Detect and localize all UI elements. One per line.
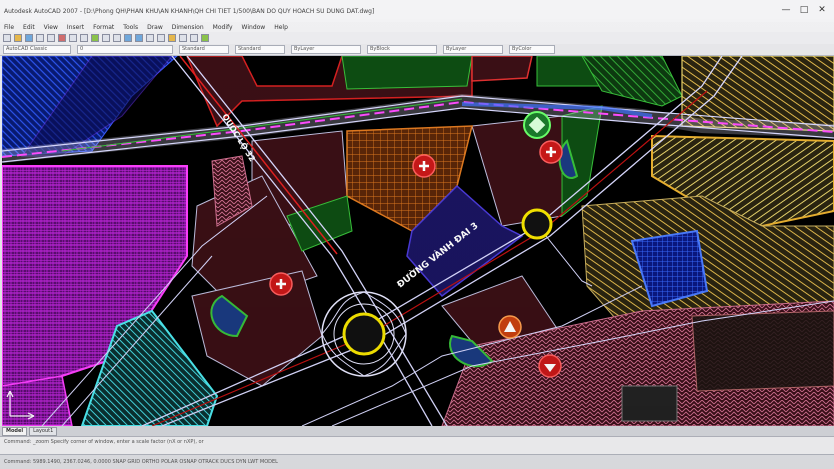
zoom-window-icon[interactable] (146, 34, 154, 42)
design-center-icon[interactable] (179, 34, 187, 42)
copy-icon[interactable] (69, 34, 77, 42)
pan-icon[interactable] (124, 34, 132, 42)
status-coordinates: Command: 5989.1490, 2367.0246, 0.0000 SN… (4, 459, 278, 465)
cut-icon[interactable] (58, 34, 66, 42)
undo-icon[interactable] (102, 34, 110, 42)
properties-icon[interactable] (168, 34, 176, 42)
window-controls: — □ ✕ (780, 4, 828, 16)
zoom-previous-icon[interactable] (157, 34, 165, 42)
color-dropdown[interactable]: ByLayer (291, 45, 361, 54)
layout-tabs: Model Layout1 (0, 426, 834, 436)
paste-icon[interactable] (80, 34, 88, 42)
tab-layout1[interactable]: Layout1 (29, 426, 58, 436)
window-title: Autodesk AutoCAD 2007 - [D:\Phong QH\PHA… (4, 7, 375, 15)
status-bar: Command: 5989.1490, 2367.0246, 0.0000 SN… (0, 454, 834, 469)
menu-modify[interactable]: Modify (213, 24, 233, 31)
menu-dimension[interactable]: Dimension (172, 24, 204, 31)
linetype-dropdown[interactable]: ByBlock (367, 45, 437, 54)
standard-toolbar (0, 32, 834, 44)
monitor-frame: Autodesk AutoCAD 2007 - [D:\Phong QH\PHA… (0, 0, 834, 469)
layer-dropdown[interactable]: 0 (77, 45, 173, 54)
menu-edit[interactable]: Edit (23, 24, 35, 31)
autocad-window: Autodesk AutoCAD 2007 - [D:\Phong QH\PHA… (0, 0, 834, 469)
site-plan: QUỐC LỘ 32 ĐƯỜNG VÀNH ĐAI 3 (2, 56, 834, 426)
match-properties-icon[interactable] (91, 34, 99, 42)
command-history: Command: _zoom Specify corner of window,… (4, 439, 204, 445)
new-file-icon[interactable] (3, 34, 11, 42)
menu-format[interactable]: Format (93, 24, 114, 31)
menu-bar: File Edit View Insert Format Tools Draw … (0, 22, 834, 32)
command-line[interactable]: Command: _zoom Specify corner of window,… (0, 436, 834, 454)
lineweight-dropdown[interactable]: ByLayer (443, 45, 503, 54)
save-icon[interactable] (25, 34, 33, 42)
menu-draw[interactable]: Draw (147, 24, 163, 31)
text-style-dropdown[interactable]: Standard (179, 45, 229, 54)
menu-tools[interactable]: Tools (123, 24, 138, 31)
drawing-canvas[interactable]: QUỐC LỘ 32 ĐƯỜNG VÀNH ĐAI 3 (2, 56, 834, 426)
menu-insert[interactable]: Insert (67, 24, 84, 31)
redo-icon[interactable] (113, 34, 121, 42)
workspace-dropdown[interactable]: AutoCAD Classic (3, 45, 71, 54)
menu-help[interactable]: Help (274, 24, 288, 31)
print-icon[interactable] (36, 34, 44, 42)
menu-view[interactable]: View (44, 24, 58, 31)
dim-style-dropdown[interactable]: Standard (235, 45, 285, 54)
title-bar: Autodesk AutoCAD 2007 - [D:\Phong QH\PHA… (0, 0, 834, 22)
open-folder-icon[interactable] (14, 34, 22, 42)
tool-palettes-icon[interactable] (190, 34, 198, 42)
menu-file[interactable]: File (4, 24, 14, 31)
properties-toolbar: AutoCAD Classic 0 Standard Standard ByLa… (0, 44, 834, 56)
preview-icon[interactable] (47, 34, 55, 42)
minimize-button[interactable]: — (780, 4, 792, 16)
close-button[interactable]: ✕ (816, 4, 828, 16)
tab-model[interactable]: Model (2, 426, 28, 436)
zoom-realtime-icon[interactable] (135, 34, 143, 42)
maximize-button[interactable]: □ (798, 4, 810, 16)
plotstyle-dropdown[interactable]: ByColor (509, 45, 555, 54)
menu-window[interactable]: Window (242, 24, 266, 31)
help-icon[interactable] (201, 34, 209, 42)
